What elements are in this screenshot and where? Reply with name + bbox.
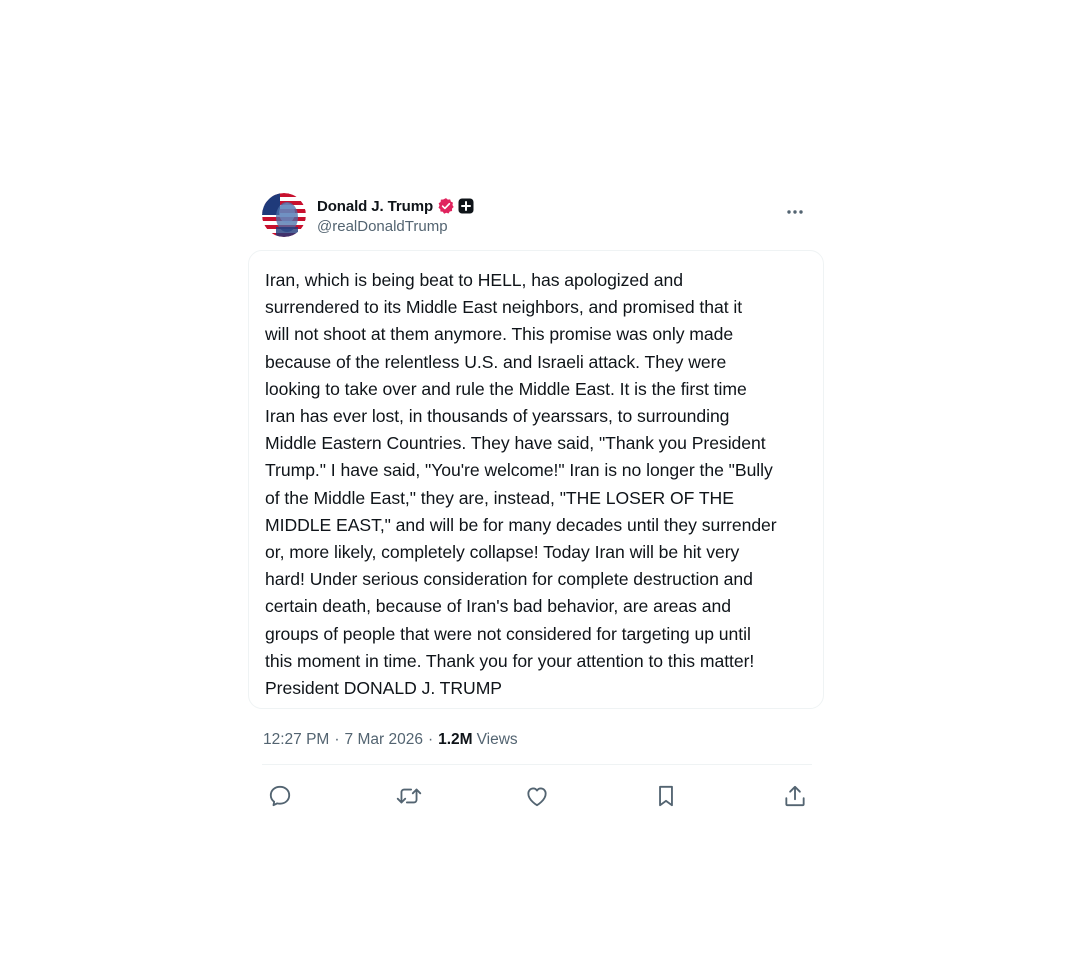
divider (262, 764, 812, 765)
avatar-image (262, 193, 306, 237)
verified-badge-icon (437, 197, 455, 215)
post-time[interactable]: 12:27 PM (263, 731, 329, 749)
more-horizontal-icon[interactable] (782, 199, 808, 225)
share-icon (785, 785, 805, 807)
author-names: Donald J. Trump @realDonaldTrump (317, 195, 474, 235)
views-count: 1.2M (438, 731, 473, 748)
bookmark-icon (659, 785, 673, 807)
repost-icon (396, 788, 422, 804)
meta-separator: · (427, 731, 434, 748)
post-header: Donald J. Trump @realDonaldTrump (262, 193, 812, 239)
display-name-line: Donald J. Trump (317, 195, 474, 217)
post: Donald J. Trump @realDonaldTrump Iran, w… (246, 180, 828, 820)
like-icon (527, 787, 547, 807)
meta-separator: · (334, 731, 340, 748)
like-button[interactable] (521, 780, 553, 812)
handle[interactable]: @realDonaldTrump (317, 218, 474, 235)
reply-button[interactable] (264, 780, 296, 812)
display-name[interactable]: Donald J. Trump (317, 198, 433, 215)
post-date[interactable]: 7 Mar 2026 (345, 731, 423, 749)
reply-icon (269, 785, 291, 807)
share-button[interactable] (779, 780, 811, 812)
avatar[interactable] (262, 193, 306, 237)
action-bar (264, 780, 812, 812)
post-meta: 12:27 PM · 7 Mar 2026 · 1.2M Views (263, 728, 518, 752)
post-text: Iran, which is being beat to HELL, has a… (265, 270, 777, 699)
views-label: Views (476, 731, 518, 748)
post-body-card: Iran, which is being beat to HELL, has a… (248, 250, 824, 709)
repost-button[interactable] (393, 780, 425, 812)
affiliate-plus-icon[interactable] (458, 198, 474, 214)
bookmark-button[interactable] (650, 780, 682, 812)
